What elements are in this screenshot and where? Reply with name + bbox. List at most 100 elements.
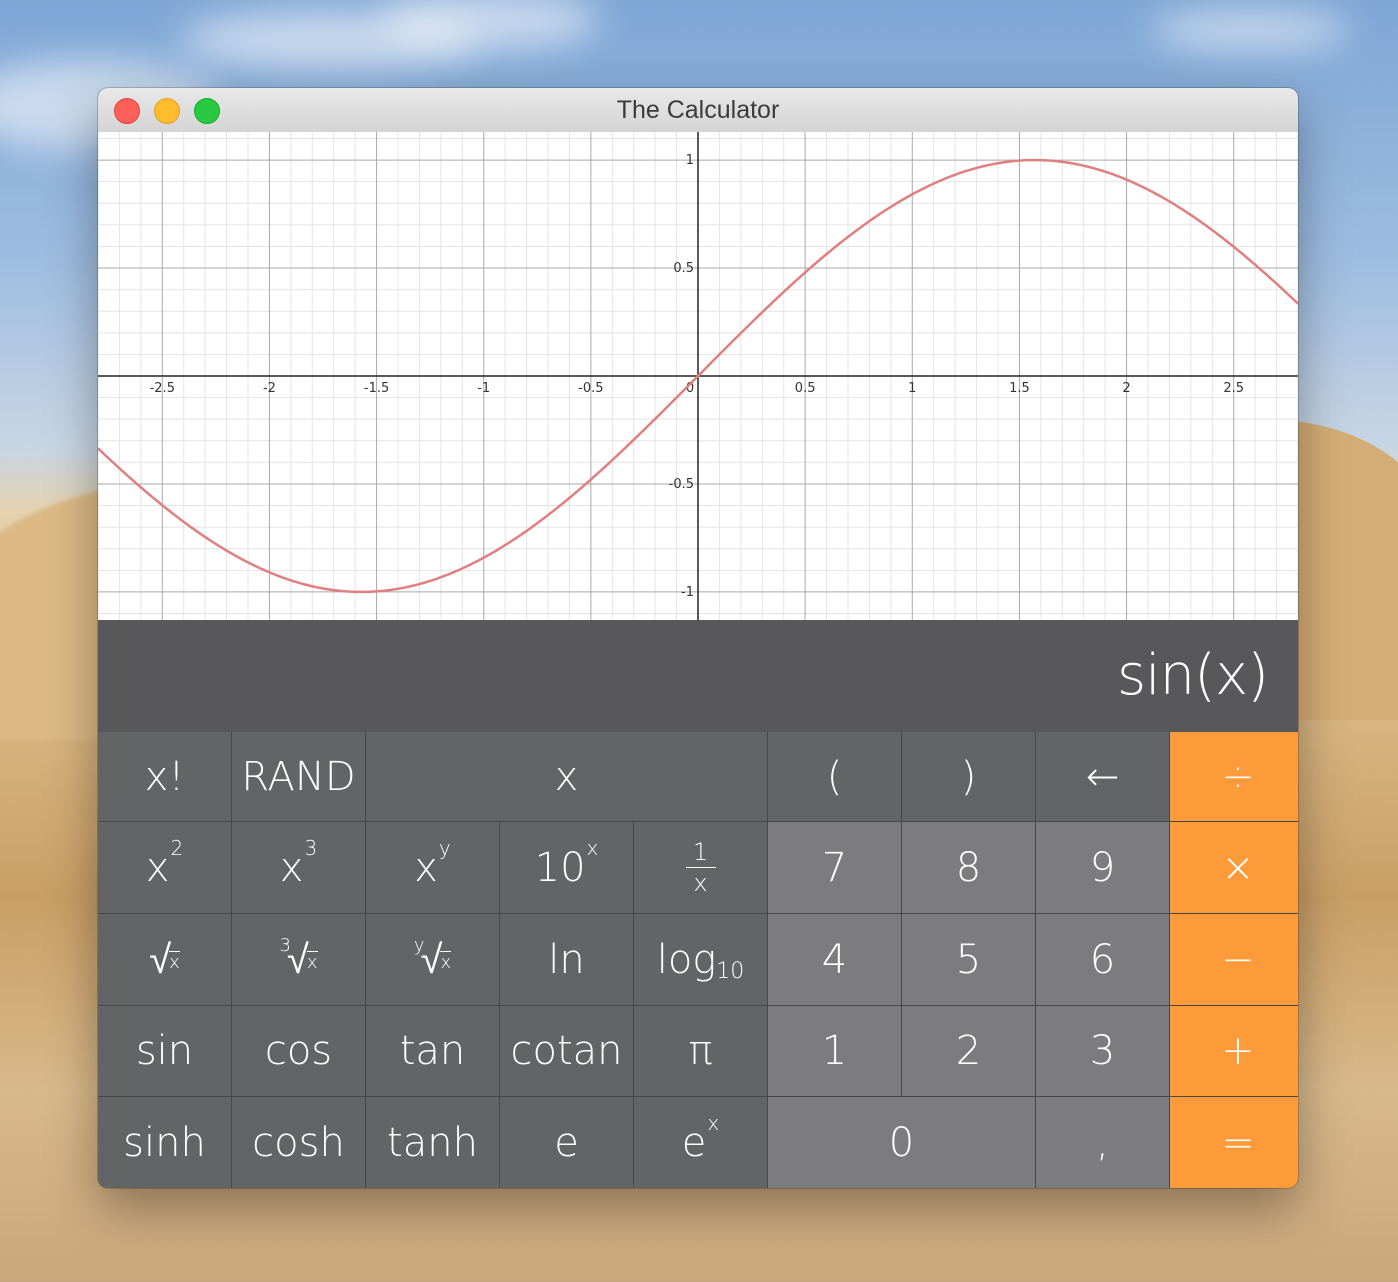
square-exponent: 2: [170, 835, 184, 860]
digit-5-label: 5: [955, 936, 982, 983]
tan-button[interactable]: tan: [366, 1006, 499, 1096]
equals-label: =: [1221, 1119, 1255, 1166]
open-paren-button[interactable]: (: [768, 732, 901, 821]
reciprocal-numerator: 1: [692, 838, 709, 866]
fraction-bar: [685, 867, 716, 868]
digit-5-button[interactable]: 5: [902, 914, 1035, 1005]
tanh-label: tanh: [387, 1119, 478, 1166]
variable-x-button[interactable]: x: [366, 732, 767, 821]
digit-9-label: 9: [1089, 844, 1116, 891]
exp-base: e: [681, 1119, 707, 1166]
sqrt-icon: √ x: [149, 937, 180, 983]
x-tick-label: -1: [477, 381, 490, 396]
multiply-button[interactable]: ×: [1170, 822, 1298, 913]
digit-0-label: 0: [888, 1119, 915, 1166]
backspace-button[interactable]: ←: [1036, 732, 1169, 821]
x-tick-label: 1: [908, 381, 916, 396]
power-base: x: [414, 844, 438, 891]
sinh-button[interactable]: sinh: [98, 1097, 231, 1188]
cotan-button[interactable]: cotan: [500, 1006, 633, 1096]
window-title: The Calculator: [616, 96, 780, 124]
y-tick-label: 1: [686, 153, 694, 168]
e-button[interactable]: e: [500, 1097, 633, 1188]
digit-1-button[interactable]: 1: [768, 1006, 901, 1096]
digit-0-button[interactable]: 0: [768, 1097, 1035, 1188]
minus-button[interactable]: −: [1170, 914, 1298, 1005]
y-tick-label: 0.5: [673, 261, 694, 276]
log-label: log: [656, 936, 717, 983]
tanh-button[interactable]: tanh: [366, 1097, 499, 1188]
cube-root-radicand: x: [306, 950, 318, 973]
square-button[interactable]: x2: [98, 822, 231, 913]
expression-text: sin(x): [1116, 643, 1269, 708]
close-paren-button[interactable]: ): [902, 732, 1035, 821]
calculator-window: The Calculator -2.5 -2 -1.5 -1 -0.5 0 0.5 1 1.5 2…: [98, 88, 1298, 1188]
digit-6-label: 6: [1089, 936, 1116, 983]
digit-1-label: 1: [821, 1028, 848, 1074]
rand-label: RAND: [241, 753, 356, 800]
digit-4-label: 4: [821, 936, 848, 983]
digit-7-button[interactable]: 7: [768, 822, 901, 913]
x-tick-label: -2.5: [150, 381, 175, 396]
cosh-button[interactable]: cosh: [232, 1097, 365, 1188]
pi-button[interactable]: π: [634, 1006, 767, 1096]
expression-display: sin(x): [98, 620, 1298, 732]
equals-button[interactable]: =: [1170, 1097, 1298, 1188]
nth-root-button[interactable]: y √ x: [366, 914, 499, 1005]
digit-4-button[interactable]: 4: [768, 914, 901, 1005]
sin-button[interactable]: sin: [98, 1006, 231, 1096]
factorial-label: x!: [144, 753, 185, 800]
keypad: x! RAND x ( ) ← ÷ x2 x3 xy 10 x 1x 7 8 9 …: [98, 732, 1298, 1188]
comma-button[interactable]: ,: [1036, 1097, 1169, 1188]
pi-label: π: [688, 1028, 713, 1074]
digit-2-button[interactable]: 2: [902, 1006, 1035, 1096]
nth-root-icon: y √ x: [414, 935, 452, 983]
exp-button[interactable]: ex: [634, 1097, 767, 1188]
reciprocal-button[interactable]: 1x: [634, 822, 767, 913]
cos-button[interactable]: cos: [232, 1006, 365, 1096]
digit-3-button[interactable]: 3: [1036, 1006, 1169, 1096]
digit-8-button[interactable]: 8: [902, 822, 1035, 913]
plus-label: +: [1221, 1028, 1255, 1074]
power-exponent: y: [438, 835, 451, 860]
divide-button[interactable]: ÷: [1170, 732, 1298, 821]
graph-canvas[interactable]: -2.5 -2 -1.5 -1 -0.5 0 0.5 1 1.5 2 2.510.5-0.5-1: [98, 132, 1298, 620]
y-tick-label: -0.5: [669, 477, 694, 492]
cube-root-button[interactable]: 3 √ x: [232, 914, 365, 1005]
ten-power-button[interactable]: 10 x: [500, 822, 633, 913]
sqrt-radicand: x: [169, 950, 180, 973]
x-tick-label: 2.5: [1223, 381, 1244, 396]
cube-root-icon: 3 √ x: [279, 935, 318, 983]
x-tick-label: -2: [263, 381, 276, 396]
x-tick-label: 2: [1122, 381, 1130, 396]
digit-8-label: 8: [955, 844, 982, 891]
divide-label: ÷: [1221, 753, 1255, 800]
sinh-label: sinh: [123, 1119, 206, 1166]
rand-button[interactable]: RAND: [232, 732, 365, 821]
digit-9-button[interactable]: 9: [1036, 822, 1169, 913]
open-paren-label: (: [826, 753, 843, 800]
cotan-label: cotan: [510, 1028, 623, 1074]
y-tick-label: -1: [681, 585, 694, 600]
cube-button[interactable]: x3: [232, 822, 365, 913]
ln-button[interactable]: ln: [500, 914, 633, 1005]
cube-root-symbol: √: [286, 936, 309, 983]
digit-6-button[interactable]: 6: [1036, 914, 1169, 1005]
factorial-button[interactable]: x!: [98, 732, 231, 821]
multiply-label: ×: [1221, 844, 1255, 891]
function-graph[interactable]: -2.5 -2 -1.5 -1 -0.5 0 0.5 1 1.5 2 2.5 1 0.5 -0.5 -1: [98, 132, 1298, 620]
close-paren-label: ): [960, 753, 977, 800]
cube-base: x: [279, 844, 304, 891]
x-tick-label: 1.5: [1009, 381, 1030, 396]
e-label: e: [554, 1119, 579, 1166]
sin-label: sin: [135, 1028, 194, 1074]
plus-button[interactable]: +: [1170, 1006, 1298, 1096]
sqrt-button[interactable]: √ x: [98, 914, 231, 1005]
power-button[interactable]: xy: [366, 822, 499, 913]
ten-power-base: 10: [534, 844, 586, 891]
digit-2-label: 2: [955, 1028, 982, 1074]
cos-label: cos: [264, 1028, 333, 1074]
log10-button[interactable]: log 10: [634, 914, 767, 1005]
x-tick-label: -0.5: [578, 381, 603, 396]
title-bar: The Calculator: [98, 88, 1298, 133]
